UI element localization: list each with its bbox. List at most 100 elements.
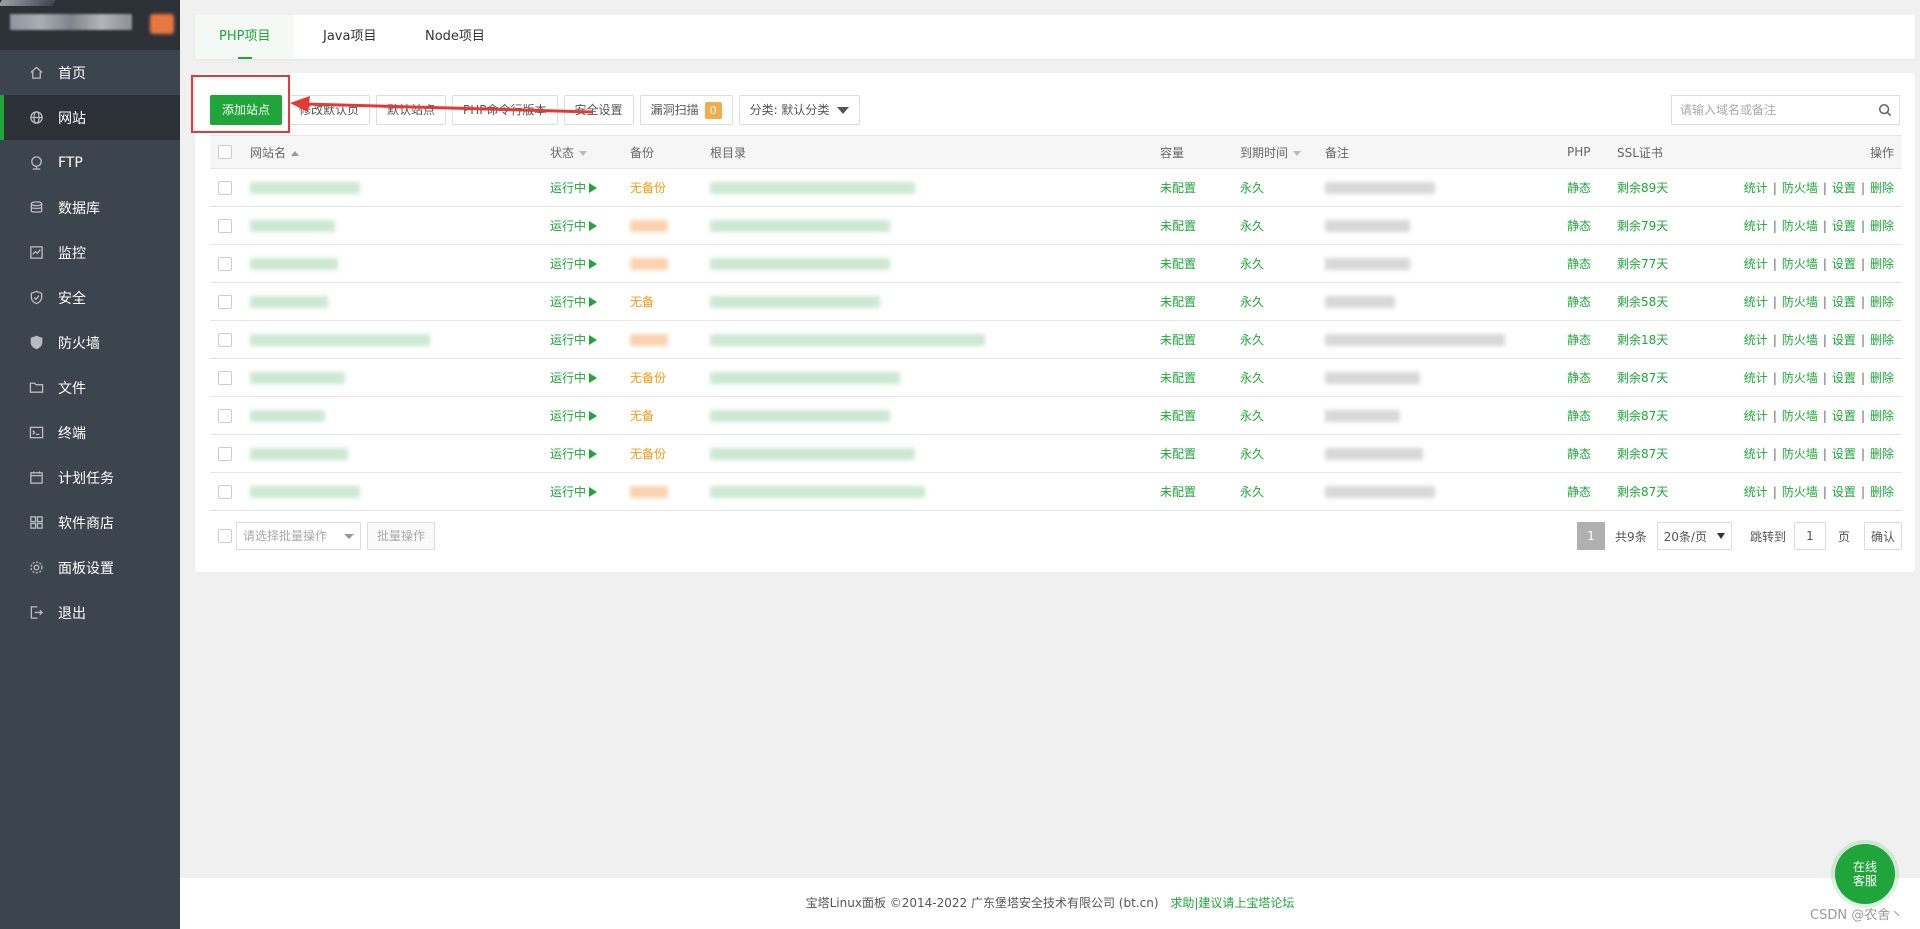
- op-link[interactable]: 防火墙: [1782, 447, 1818, 461]
- table-row[interactable]: 运行中 无备 未配置 永久 静态 剩余58天 统计 | 防火墙 | 设置 | 删除: [210, 282, 1902, 321]
- row-checkbox[interactable]: [218, 370, 232, 385]
- php-version[interactable]: 静态: [1567, 485, 1591, 499]
- ssl-remaining[interactable]: 剩余58天: [1617, 295, 1668, 309]
- op-link[interactable]: 统计: [1744, 181, 1768, 195]
- backup-status[interactable]: 无备份: [630, 371, 666, 385]
- sidebar-item-9[interactable]: 计划任务: [0, 455, 180, 500]
- category-dropdown[interactable]: 分类: 默认分类: [738, 95, 861, 125]
- op-link[interactable]: 统计: [1744, 295, 1768, 309]
- note-redacted[interactable]: [1325, 296, 1395, 308]
- row-checkbox[interactable]: [218, 484, 232, 499]
- note-redacted[interactable]: [1325, 334, 1505, 346]
- status-running[interactable]: 运行中: [550, 485, 598, 499]
- expiry-value[interactable]: 永久: [1240, 409, 1264, 423]
- root-dir-redacted[interactable]: [710, 220, 890, 232]
- op-link[interactable]: 设置: [1832, 371, 1856, 385]
- op-link[interactable]: 防火墙: [1782, 181, 1818, 195]
- root-dir-redacted[interactable]: [710, 410, 890, 422]
- status-running[interactable]: 运行中: [550, 333, 598, 347]
- vuln-scan-button[interactable]: 漏洞扫描 0: [639, 95, 733, 125]
- backup-status[interactable]: 无备份: [630, 447, 666, 461]
- php-version[interactable]: 静态: [1567, 257, 1591, 271]
- site-name-redacted[interactable]: [250, 296, 328, 308]
- status-running[interactable]: 运行中: [550, 181, 598, 195]
- table-row[interactable]: 运行中 无备 未配置 永久 静态 剩余87天 统计 | 防火墙 | 设置 | 删除: [210, 396, 1902, 435]
- col-site-name[interactable]: 网站名: [250, 135, 550, 169]
- status-running[interactable]: 运行中: [550, 295, 598, 309]
- op-link[interactable]: 设置: [1832, 447, 1856, 461]
- ssl-remaining[interactable]: 剩余87天: [1617, 447, 1668, 461]
- op-link[interactable]: 删除: [1870, 219, 1894, 233]
- backup-status[interactable]: 无备: [630, 295, 654, 309]
- default-site-button[interactable]: 默认站点: [376, 95, 447, 125]
- status-running[interactable]: 运行中: [550, 257, 598, 271]
- search-icon[interactable]: [1871, 103, 1899, 117]
- site-name-redacted[interactable]: [250, 334, 430, 346]
- capacity-value[interactable]: 未配置: [1160, 257, 1196, 271]
- op-link[interactable]: 设置: [1832, 485, 1856, 499]
- op-link[interactable]: 统计: [1744, 409, 1768, 423]
- tab-php[interactable]: PHP项目: [195, 15, 295, 59]
- expiry-value[interactable]: 永久: [1240, 181, 1264, 195]
- op-link[interactable]: 设置: [1832, 295, 1856, 309]
- status-running[interactable]: 运行中: [550, 447, 598, 461]
- ssl-remaining[interactable]: 剩余89天: [1617, 181, 1668, 195]
- site-name-redacted[interactable]: [250, 258, 338, 270]
- op-link[interactable]: 防火墙: [1782, 333, 1818, 347]
- modify-default-page-button[interactable]: 修改默认页: [288, 95, 371, 125]
- op-link[interactable]: 统计: [1744, 257, 1768, 271]
- table-row[interactable]: 运行中 未配置 永久 静态 剩余77天 统计 | 防火墙 | 设置 | 删除: [210, 244, 1902, 283]
- sidebar-item-2[interactable]: FTP: [0, 140, 180, 185]
- tab-node[interactable]: Node项目: [401, 15, 509, 59]
- row-checkbox[interactable]: [218, 180, 232, 195]
- table-row[interactable]: 运行中 未配置 永久 静态 剩余79天 统计 | 防火墙 | 设置 | 删除: [210, 206, 1902, 245]
- capacity-value[interactable]: 未配置: [1160, 181, 1196, 195]
- note-redacted[interactable]: [1325, 410, 1400, 422]
- ssl-remaining[interactable]: 剩余79天: [1617, 219, 1668, 233]
- op-link[interactable]: 删除: [1870, 181, 1894, 195]
- site-name-redacted[interactable]: [250, 220, 335, 232]
- op-link[interactable]: 设置: [1832, 333, 1856, 347]
- ssl-remaining[interactable]: 剩余77天: [1617, 257, 1668, 271]
- site-name-redacted[interactable]: [250, 182, 360, 194]
- sidebar-item-7[interactable]: 文件: [0, 365, 180, 410]
- col-status[interactable]: 状态: [550, 135, 630, 169]
- row-checkbox[interactable]: [218, 218, 232, 233]
- jump-confirm-button[interactable]: 确认: [1863, 522, 1902, 550]
- sidebar-item-3[interactable]: 数据库: [0, 185, 180, 230]
- op-link[interactable]: 设置: [1832, 181, 1856, 195]
- search-input[interactable]: [1672, 96, 1871, 124]
- op-link[interactable]: 统计: [1744, 371, 1768, 385]
- row-checkbox[interactable]: [218, 408, 232, 423]
- capacity-value[interactable]: 未配置: [1160, 295, 1196, 309]
- op-link[interactable]: 防火墙: [1782, 257, 1818, 271]
- note-redacted[interactable]: [1325, 182, 1435, 194]
- sidebar-item-10[interactable]: 软件商店: [0, 500, 180, 545]
- expiry-value[interactable]: 永久: [1240, 371, 1264, 385]
- row-checkbox[interactable]: [218, 332, 232, 347]
- op-link[interactable]: 防火墙: [1782, 371, 1818, 385]
- op-link[interactable]: 统计: [1744, 485, 1768, 499]
- backup-status[interactable]: 无备: [630, 409, 654, 423]
- per-page-select[interactable]: 20条/页: [1656, 522, 1732, 550]
- sidebar-item-4[interactable]: 监控: [0, 230, 180, 275]
- op-link[interactable]: 设置: [1832, 409, 1856, 423]
- root-dir-redacted[interactable]: [710, 334, 985, 346]
- note-redacted[interactable]: [1325, 448, 1423, 460]
- site-name-redacted[interactable]: [250, 410, 325, 422]
- col-expiry[interactable]: 到期时间: [1240, 135, 1325, 169]
- op-link[interactable]: 删除: [1870, 485, 1894, 499]
- root-dir-redacted[interactable]: [710, 182, 915, 194]
- expiry-value[interactable]: 永久: [1240, 333, 1264, 347]
- root-dir-redacted[interactable]: [710, 372, 900, 384]
- root-dir-redacted[interactable]: [710, 448, 915, 460]
- tab-java[interactable]: Java项目: [299, 15, 400, 59]
- bulk-action-button[interactable]: 批量操作: [367, 522, 436, 550]
- status-running[interactable]: 运行中: [550, 409, 598, 423]
- status-running[interactable]: 运行中: [550, 219, 598, 233]
- ssl-remaining[interactable]: 剩余87天: [1617, 409, 1668, 423]
- note-redacted[interactable]: [1325, 372, 1420, 384]
- note-redacted[interactable]: [1325, 258, 1410, 270]
- op-link[interactable]: 设置: [1832, 257, 1856, 271]
- note-redacted[interactable]: [1325, 486, 1435, 498]
